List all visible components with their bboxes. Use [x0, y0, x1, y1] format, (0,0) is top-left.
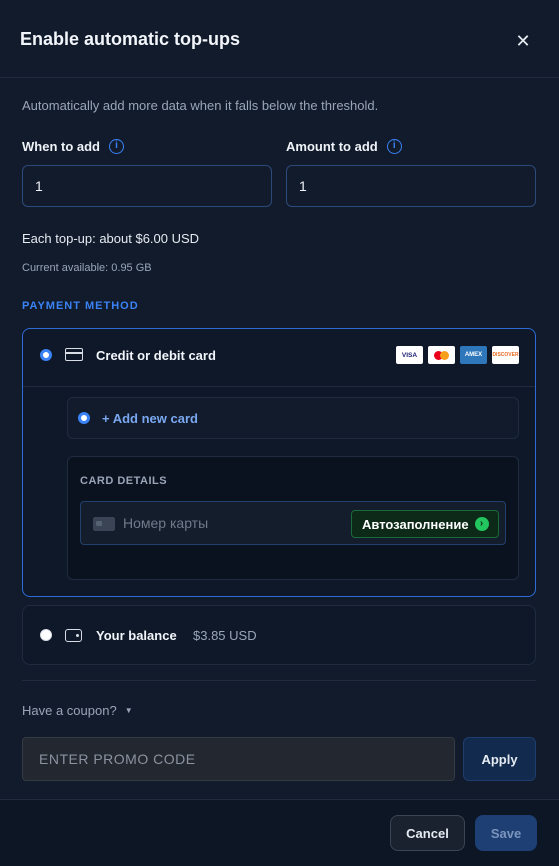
current-available: Current available: 0.95 GB [22, 262, 152, 274]
amount-to-add-label: Amount to add i [286, 139, 402, 154]
add-new-card-option[interactable]: + Add new card [67, 397, 519, 439]
save-button[interactable]: Save [475, 815, 537, 851]
amount-to-add-input[interactable] [286, 165, 536, 207]
wallet-icon [65, 629, 82, 642]
caret-down-icon: ▼ [124, 706, 133, 715]
card-brand-logos: VISA AMEX DISCOVER [396, 346, 519, 364]
arrow-right-icon: › [474, 517, 489, 531]
card-details-title: CARD DETAILS [80, 475, 168, 487]
card-payment-option[interactable]: Credit or debit card VISA AMEX DISCOVER … [22, 328, 536, 597]
modal-header: Enable automatic top-ups ✕ [0, 0, 559, 78]
card-option-label: Credit or debit card [96, 348, 216, 363]
info-icon[interactable]: i [109, 139, 124, 154]
close-icon[interactable]: ✕ [512, 30, 534, 52]
when-to-add-label: When to add i [22, 139, 124, 154]
discover-logo: DISCOVER [492, 346, 519, 364]
balance-amount: $3.85 USD [193, 628, 257, 643]
visa-logo: VISA [396, 346, 423, 364]
credit-card-icon [65, 348, 83, 361]
amex-logo: AMEX [460, 346, 487, 364]
card-chip-icon [93, 517, 115, 531]
mastercard-logo [428, 346, 455, 364]
card-details-panel: CARD DETAILS Номер карты Автозаполнение … [67, 456, 519, 580]
card-radio[interactable] [40, 349, 52, 361]
cancel-button[interactable]: Cancel [390, 815, 465, 851]
when-to-add-label-text: When to add [22, 139, 100, 154]
card-number-placeholder: Номер карты [123, 515, 209, 531]
payment-method-heading: PAYMENT METHOD [22, 300, 139, 312]
modal-title: Enable automatic top-ups [20, 29, 241, 49]
balance-payment-option[interactable]: Your balance $3.85 USD [22, 605, 536, 665]
card-number-field[interactable]: Номер карты Автозаполнение › [80, 501, 506, 545]
balance-radio[interactable] [40, 629, 52, 641]
divider [22, 680, 536, 681]
autofill-label: Автозаполнение [362, 516, 469, 532]
modal-footer: Cancel Save [0, 799, 559, 866]
modal-description: Automatically add more data when it fall… [22, 98, 379, 113]
promo-code-input[interactable] [22, 737, 455, 781]
coupon-toggle-label: Have a coupon? [22, 703, 117, 718]
amount-to-add-label-text: Amount to add [286, 139, 378, 154]
info-icon[interactable]: i [386, 139, 402, 154]
apply-button[interactable]: Apply [463, 737, 536, 781]
card-option-header[interactable]: Credit or debit card VISA AMEX DISCOVER [23, 329, 535, 387]
topup-modal: Enable automatic top-ups ✕ Automatically… [0, 0, 559, 866]
add-new-card-label: + Add new card [102, 411, 198, 426]
topup-summary: Each top-up: about $6.00 USD [22, 231, 200, 246]
when-to-add-input[interactable] [22, 165, 272, 207]
balance-option-label: Your balance [96, 628, 177, 643]
autofill-button[interactable]: Автозаполнение › [351, 510, 499, 538]
coupon-toggle[interactable]: Have a coupon? ▼ [22, 703, 133, 718]
add-card-radio[interactable] [78, 412, 90, 424]
